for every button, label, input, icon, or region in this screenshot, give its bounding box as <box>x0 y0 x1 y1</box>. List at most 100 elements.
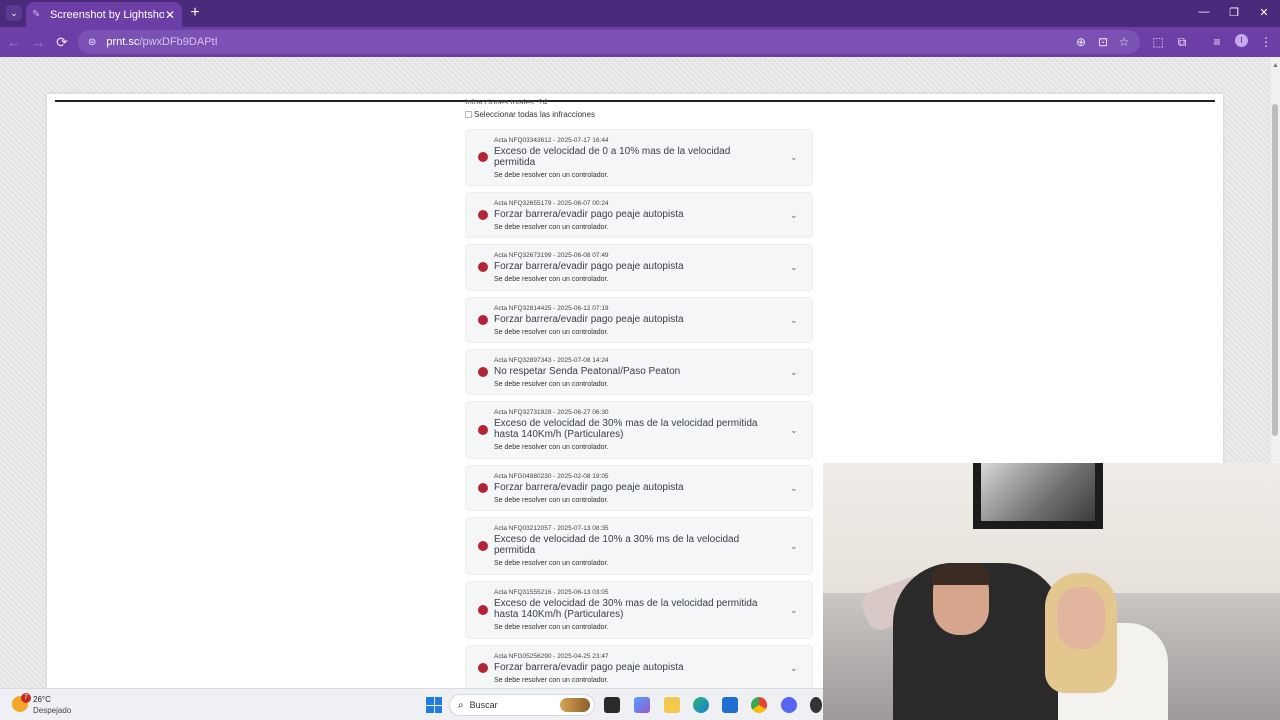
tab-lightshot[interactable]: ✎ Screenshot by Lightshot ✕ <box>26 2 182 27</box>
status-dot-icon <box>478 425 488 435</box>
infraction-card[interactable]: Acta NFQ32814425 - 2025-06-12 07:19 Forz… <box>465 297 813 343</box>
reload-button[interactable]: ⟳ <box>54 34 70 50</box>
status-dot-icon <box>478 605 488 615</box>
infraction-meta: Acta NFQ03343612 - 2025-07-17 16:44 <box>494 137 609 144</box>
infraction-note: Se debe resolver con un controlador. <box>494 560 609 567</box>
new-tab-button[interactable]: + <box>188 5 202 21</box>
infraction-title: Exceso de velocidad de 0 a 10% mas de la… <box>494 146 731 168</box>
profile-avatar[interactable]: I <box>1235 34 1248 47</box>
tab-title: Screenshot by Lightshot <box>50 8 164 21</box>
chevron-down-icon[interactable]: ⌄ <box>790 425 798 436</box>
url-host: prnt.sc <box>106 36 140 48</box>
section-heading: Infracciones totales: 14 <box>465 98 548 104</box>
restore-button[interactable]: ❐ <box>1224 6 1244 19</box>
weather-condition: Despejado <box>33 706 72 715</box>
select-all-checkbox[interactable] <box>465 111 472 118</box>
infraction-card[interactable]: Acta NFQ32655179 - 2025-06-07 00:24 Forz… <box>465 192 813 238</box>
infraction-card[interactable]: Acta NFG04880230 - 2025-02-08 19:05 Forz… <box>465 465 813 511</box>
close-window-button[interactable]: ✕ <box>1254 6 1274 19</box>
scroll-up-arrow-icon[interactable]: ▲ <box>1272 62 1279 69</box>
infraction-meta: Acta NFQ32673199 - 2025-06-08 07:49 <box>494 252 609 259</box>
minimize-button[interactable]: — <box>1194 6 1214 18</box>
infraction-meta: Acta NFQ03212057 - 2025-07-13 08:35 <box>494 525 609 532</box>
puzzle-icon[interactable]: ⧉ <box>1175 35 1189 49</box>
store-icon[interactable] <box>722 697 738 713</box>
search-highlight-image <box>560 698 590 712</box>
status-dot-icon <box>478 483 488 493</box>
infraction-title: Exceso de velocidad de 30% mas de la vel… <box>494 598 758 620</box>
chevron-down-icon[interactable]: ⌄ <box>790 152 798 163</box>
back-button[interactable]: ← <box>6 34 22 50</box>
file-explorer-icon[interactable] <box>664 697 680 713</box>
install-app-icon[interactable]: ⊡ <box>1096 35 1110 49</box>
status-dot-icon <box>478 663 488 673</box>
site-info-icon[interactable]: ⊜ <box>88 37 96 48</box>
infraction-note: Se debe resolver con un controlador. <box>494 381 609 388</box>
infraction-note: Se debe resolver con un controlador. <box>494 329 609 336</box>
reading-list-icon[interactable]: ≡ <box>1210 35 1224 49</box>
chevron-down-icon[interactable]: ⌄ <box>790 262 798 273</box>
infraction-card[interactable]: Acta NFQ32731928 - 2025-06-27 06:30 Exce… <box>465 401 813 459</box>
weather-badge: 7 <box>21 693 31 703</box>
chevron-down-icon[interactable]: ⌄ <box>790 605 798 616</box>
infraction-meta: Acta NFG05256290 - 2025-04-25 23:47 <box>494 653 609 660</box>
zoom-icon[interactable]: ⊕ <box>1074 35 1088 49</box>
tab-strip: ⌄ ✎ Screenshot by Lightshot ✕ + — ❐ ✕ <box>0 0 1280 27</box>
search-icon: ⌕ <box>458 699 464 711</box>
chrome-icon[interactable] <box>751 697 767 713</box>
infraction-meta: Acta NFQ32655179 - 2025-06-07 00:24 <box>494 200 609 207</box>
infraction-note: Se debe resolver con un controlador. <box>494 677 609 684</box>
infraction-card[interactable]: Acta NFQ32897343 - 2025-07-08 14:24 No r… <box>465 349 813 395</box>
webcam-overlay <box>823 463 1280 720</box>
app-icon[interactable] <box>810 697 822 713</box>
feather-icon: ✎ <box>32 8 41 20</box>
weather-widget[interactable]: 7 26°C Despejado <box>12 693 92 717</box>
tab-search-button[interactable]: ⌄ <box>6 5 22 21</box>
infraction-meta: Acta NFQ32814425 - 2025-06-12 07:19 <box>494 305 609 312</box>
person-right-head <box>1057 587 1105 649</box>
taskbar-search[interactable]: ⌕ Buscar <box>449 694 595 716</box>
framed-photo <box>981 463 1095 521</box>
edge-icon[interactable] <box>693 697 709 713</box>
status-dot-icon <box>478 152 488 162</box>
infraction-card[interactable]: Acta NFQ03343612 - 2025-07-17 16:44 Exce… <box>465 129 813 186</box>
infraction-card[interactable]: Acta NFQ31555216 - 2025-06-13 03:05 Exce… <box>465 581 813 639</box>
person-left-hair <box>931 563 991 585</box>
discord-icon[interactable] <box>781 697 797 713</box>
infraction-meta: Acta NFQ31555216 - 2025-06-13 03:05 <box>494 589 609 596</box>
status-dot-icon <box>478 315 488 325</box>
widgets-icon[interactable] <box>634 697 650 713</box>
select-all-row[interactable]: Seleccionar todas las infracciones <box>465 110 595 119</box>
chevron-down-icon[interactable]: ⌄ <box>790 663 798 674</box>
infraction-card[interactable]: Acta NFG05256290 - 2025-04-25 23:47 Forz… <box>465 645 813 688</box>
scrollbar-thumb[interactable] <box>1272 104 1278 436</box>
extension-icon[interactable]: ⬚ <box>1151 35 1165 49</box>
close-tab-icon[interactable]: ✕ <box>164 8 176 22</box>
taskbar: 7 26°C Despejado ⌕ Buscar <box>0 688 823 720</box>
infraction-title: Forzar barrera/evadir pago peaje autopis… <box>494 209 684 220</box>
chevron-down-icon[interactable]: ⌄ <box>790 210 798 221</box>
chevron-down-icon[interactable]: ⌄ <box>790 315 798 326</box>
address-bar[interactable]: ⊜ prnt.sc /pwxDFb9DAPtI <box>78 30 1140 54</box>
chevron-down-icon[interactable]: ⌄ <box>790 541 798 552</box>
infraction-card[interactable]: Acta NFQ32673199 - 2025-06-08 07:49 Forz… <box>465 244 813 291</box>
infraction-list: Acta NFQ03343612 - 2025-07-17 16:44 Exce… <box>465 129 813 688</box>
infraction-title: Exceso de velocidad de 30% mas de la vel… <box>494 418 758 440</box>
chevron-down-icon[interactable]: ⌄ <box>790 367 798 378</box>
status-dot-icon <box>478 541 488 551</box>
task-view-icon[interactable] <box>604 697 620 713</box>
infraction-card[interactable]: Acta NFQ03212057 - 2025-07-13 08:35 Exce… <box>465 517 813 575</box>
forward-button[interactable]: → <box>30 34 46 50</box>
chevron-down-icon[interactable]: ⌄ <box>790 483 798 494</box>
search-placeholder: Buscar <box>469 700 498 710</box>
windows-start-icon[interactable] <box>426 697 442 713</box>
status-dot-icon <box>478 262 488 272</box>
browser-toolbar: ← → ⟳ ⊜ prnt.sc /pwxDFb9DAPtI ⊕ ⊡ ☆ ⬚ ⧉ … <box>0 27 1280 57</box>
status-dot-icon <box>478 367 488 377</box>
infraction-title: Forzar barrera/evadir pago peaje autopis… <box>494 662 684 673</box>
infraction-note: Se debe resolver con un controlador. <box>494 624 609 631</box>
select-all-label: Seleccionar todas las infracciones <box>474 110 595 119</box>
bookmark-star-icon[interactable]: ☆ <box>1117 35 1131 49</box>
url-path: /pwxDFb9DAPtI <box>139 36 218 48</box>
menu-icon[interactable]: ⋮ <box>1259 35 1273 49</box>
